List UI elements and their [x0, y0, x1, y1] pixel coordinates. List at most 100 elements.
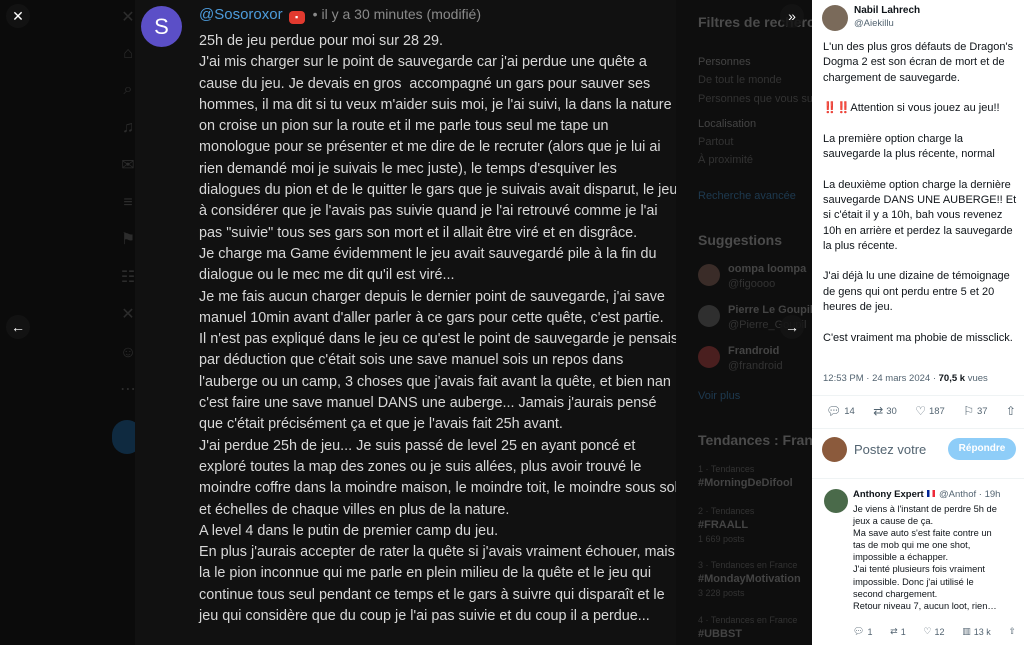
comment-line: tas de mob qui me one shot,	[853, 540, 971, 551]
media-image: S @Sosoroxor ▪ • il y a 30 minutes (modifié…	[135, 0, 676, 645]
share-icon: ⇧	[1008, 626, 1016, 636]
bookmark-count: 37	[976, 405, 988, 417]
comment-line: impossible. Donc j'ai utilisé le	[853, 576, 974, 587]
retweet-count: 1	[900, 626, 906, 637]
trend-meta: 4 · Tendances en France	[698, 615, 798, 625]
double-chevron-right-icon: »	[788, 8, 796, 24]
like-button[interactable]: ♡ 12	[923, 626, 944, 637]
trend-item: #FRAALL	[698, 519, 749, 531]
retweet-count: 30	[886, 405, 897, 417]
comment-line: Retour niveau 7, aucun loot, rien…	[853, 600, 997, 611]
trend-item: #MondayMotivation	[698, 573, 801, 585]
retweet-button[interactable]: ⇄ 30	[873, 404, 897, 418]
avatar[interactable]	[822, 5, 848, 31]
comment-actions: 💬︎ 1 ⇄ 1 ♡ 12 ▥ 13 k ⇧	[853, 626, 1016, 637]
location-label: Localisation	[698, 118, 757, 130]
reply-count: 14	[844, 405, 855, 417]
france-flag-icon	[927, 490, 936, 497]
comment-time[interactable]: · 19h	[979, 489, 1001, 500]
divider	[812, 395, 1024, 396]
paragraph: A level 4 dans le putin de premier camp …	[199, 522, 499, 539]
trend-meta: 2 · Tendances	[698, 506, 755, 516]
trend-item: #UBBST	[698, 628, 743, 640]
avatar[interactable]	[824, 489, 848, 513]
show-more-link: Voir plus	[698, 390, 741, 402]
like-button[interactable]: ♡ 187	[915, 404, 945, 418]
divider	[812, 428, 1024, 429]
suggestion-name: oompa loompa	[728, 263, 807, 275]
tweet-paragraph: C'est vraiment ma phobie de missclick.	[823, 331, 1013, 344]
next-image-button[interactable]: →	[780, 315, 804, 339]
reply-button[interactable]: 💬︎ 1	[853, 626, 872, 637]
tweet-time[interactable]: 12:53 PM · 24 mars 2024 ·	[823, 373, 939, 384]
trend-meta: 1 · Tendances	[698, 464, 755, 474]
comment-handle[interactable]: @Anthof	[939, 489, 976, 500]
close-icon: ✕	[12, 8, 24, 24]
close-button[interactable]: ✕	[6, 4, 30, 28]
tweet-paragraph: La deuxième option charge la dernière sa…	[823, 178, 1017, 252]
people-label: Personnes	[698, 56, 751, 68]
arrow-right-icon: →	[785, 319, 799, 335]
trend-item: #MorningDeDifool	[698, 477, 793, 489]
location-option: Partout	[698, 136, 734, 148]
avatar: S	[141, 6, 182, 47]
paragraph: J'ai mis charger sur le point de sauvega…	[199, 54, 676, 241]
share-button[interactable]: ⇧	[1008, 626, 1016, 637]
tweet-paragraph: L'un des plus gros défauts de Dragon's D…	[823, 41, 1014, 84]
tweet-actions: 💬︎ 14 ⇄ 30 ♡ 187 ⚐ 37 ⇧	[826, 404, 1016, 418]
timestamp: il y a 30 minutes (modifié)	[321, 6, 482, 22]
collapse-panel-button[interactable]: »	[780, 4, 804, 28]
advanced-search-link: Recherche avancée	[698, 190, 796, 202]
comment-line: Je viens à l'instant de perdre 5h de	[853, 504, 997, 514]
reply-count: 1	[867, 626, 873, 637]
views-label: vues	[965, 373, 988, 384]
tweet-meta: 12:53 PM · 24 mars 2024 · 70,5 k vues	[823, 373, 988, 384]
comment-author[interactable]: Anthony Expert	[853, 489, 924, 500]
paragraph: Il n'est pas expliqué dans le jeu ce qu'…	[199, 331, 676, 433]
comment-line: second chargement.	[853, 588, 938, 599]
paragraph: 25h de jeu perdue pour moi sur 28 29.	[199, 33, 444, 49]
media-viewer: ✕ ⌂ ⌕ ♫ ✉ ≡ ⚑ ☷ ✕ ☺ ⋯ Filtres de recherc…	[0, 0, 812, 645]
avatar	[822, 437, 847, 462]
bookmark-icon: ⚐	[963, 404, 974, 418]
trend-count: 3 228 posts	[698, 588, 745, 598]
suggestion-name: Pierre Le Goupil	[728, 304, 812, 316]
post-body: 25h de jeu perdue pour moi sur 28 29. J'…	[199, 31, 676, 627]
tweet-paragraph: ‼️‼️Attention si vous jouez au jeu!!	[823, 102, 1000, 115]
retweet-button[interactable]: ⇄ 1	[890, 626, 906, 637]
heart-icon: ♡	[923, 626, 932, 636]
reply-icon: 💬︎	[826, 404, 842, 418]
like-count: 12	[934, 626, 945, 637]
reply-submit-button[interactable]: Répondre	[948, 438, 1016, 460]
paragraph: Je charge ma Game évidemment le jeu avai…	[199, 245, 661, 284]
views-button[interactable]: ▥ 13 k	[962, 626, 991, 637]
reply-composer: Postez votre Répondre	[822, 437, 1022, 463]
heart-icon: ♡	[915, 404, 926, 418]
trends-title: Tendances : France	[698, 432, 812, 448]
reply-button[interactable]: 💬︎ 14	[826, 404, 855, 418]
share-button[interactable]: ⇧	[1006, 404, 1016, 418]
author-handle[interactable]: @Aiekillu	[854, 18, 894, 29]
share-icon: ⇧	[1005, 404, 1016, 418]
suggestion-handle: @figoooo	[728, 278, 776, 290]
tweet-text: L'un des plus gros défauts de Dragon's D…	[823, 40, 1019, 361]
reply-input[interactable]: Postez votre	[854, 442, 926, 457]
divider	[812, 478, 1024, 479]
comment-line: impossible a échapper.	[853, 552, 949, 563]
people-option: De tout le monde	[698, 74, 782, 86]
avatar	[698, 264, 720, 286]
tweet-panel: Nabil Lahrech @Aiekillu L'un des plus gr…	[812, 0, 1024, 645]
suggestion-handle: @frandroid	[728, 360, 783, 372]
post-header: @Sosoroxor ▪ • il y a 30 minutes (modifié)	[199, 6, 482, 24]
trend-meta: 3 · Tendances en France	[698, 560, 798, 570]
chart-icon: ▥	[962, 626, 971, 636]
view-count: 13 k	[973, 626, 991, 637]
author-name[interactable]: Nabil Lahrech	[854, 5, 920, 16]
comment-header: Anthony Expert @Anthof · 19h	[853, 489, 1021, 500]
paragraph: J'ai perdue 25h de jeu... Je suis passé …	[199, 437, 676, 518]
previous-image-button[interactable]: ←	[6, 315, 30, 339]
like-count: 187	[928, 405, 945, 417]
people-option: Personnes que vous suivez	[698, 93, 812, 105]
location-option: À proximité	[698, 154, 754, 166]
bookmark-button[interactable]: ⚐ 37	[963, 404, 987, 418]
